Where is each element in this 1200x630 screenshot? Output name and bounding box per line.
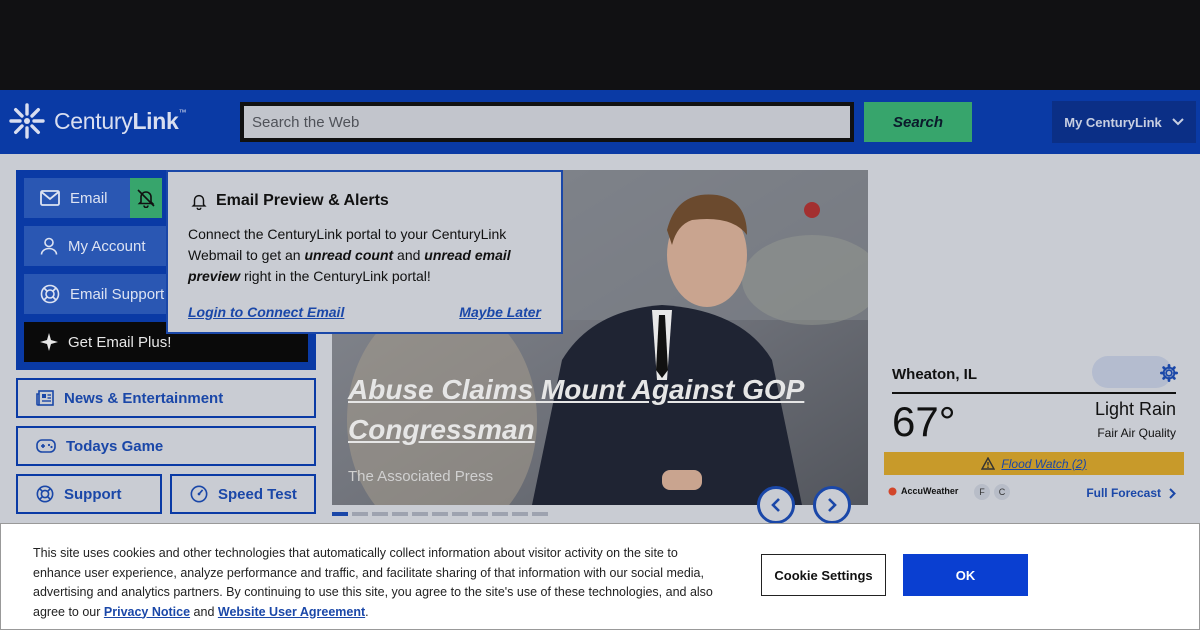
my-centurylink-label: My CenturyLink	[1064, 114, 1162, 130]
chevron-down-icon	[1172, 118, 1184, 126]
popover-body: Connect the CenturyLink portal to your C…	[188, 226, 511, 284]
weather-location[interactable]: Wheaton, IL	[892, 366, 977, 383]
carousel-dot[interactable]	[392, 512, 408, 516]
weather-alert-bar[interactable]: Flood Watch (2)	[884, 452, 1184, 475]
chevron-left-icon	[771, 498, 780, 512]
speed-test-label: Speed Test	[218, 485, 297, 503]
bell-icon	[191, 194, 207, 210]
top-black-bar	[0, 0, 1200, 90]
user-icon	[40, 237, 58, 255]
search-input[interactable]	[240, 102, 854, 142]
full-forecast-label: Full Forecast	[1086, 486, 1161, 500]
privacy-notice-link[interactable]: Privacy Notice	[104, 605, 190, 619]
my-centurylink-menu[interactable]: My CenturyLink	[1052, 101, 1196, 143]
my-account-button[interactable]: My Account	[24, 226, 170, 266]
my-account-label: My Account	[68, 237, 146, 255]
full-forecast-link[interactable]: Full Forecast	[1086, 486, 1176, 500]
carousel-dot[interactable]	[532, 512, 548, 516]
unit-c-toggle[interactable]: C	[994, 484, 1010, 500]
get-email-plus-label: Get Email Plus!	[68, 333, 172, 351]
weather-condition: Light Rain	[1094, 399, 1176, 419]
newspaper-icon	[36, 390, 54, 406]
sparkle-icon	[40, 333, 58, 351]
carousel-dot[interactable]	[452, 512, 468, 516]
cookie-notice-text: This site uses cookies and other technol…	[33, 546, 713, 619]
carousel-dot[interactable]	[432, 512, 448, 516]
gamepad-icon	[36, 439, 56, 453]
news-entertainment-label: News & Entertainment	[64, 389, 224, 407]
email-alerts-toggle[interactable]	[130, 178, 162, 218]
website-user-agreement-link[interactable]: Website User Agreement	[218, 605, 365, 619]
maybe-later-link[interactable]: Maybe Later	[459, 304, 541, 320]
chevron-right-icon	[828, 498, 837, 512]
popover-title-text: Email Preview & Alerts	[216, 192, 389, 209]
cookie-ok-button[interactable]: OK	[903, 554, 1028, 596]
cookie-banner: This site uses cookies and other technol…	[0, 523, 1200, 630]
email-support-label: Email Support	[70, 285, 165, 303]
bell-off-icon	[137, 189, 155, 208]
weather-divider	[892, 392, 1176, 394]
carousel-dot[interactable]	[512, 512, 528, 516]
warning-icon	[981, 457, 996, 470]
carousel-dot[interactable]	[332, 512, 348, 516]
news-entertainment-button[interactable]: News & Entertainment	[16, 378, 316, 418]
mail-icon	[40, 190, 60, 206]
email-support-button[interactable]: Email Support	[24, 274, 170, 314]
unit-f-toggle[interactable]: F	[974, 484, 990, 500]
weather-temperature: 67°	[892, 398, 956, 445]
lifebuoy-icon	[36, 485, 54, 503]
search-button[interactable]: Search	[864, 102, 972, 142]
speedometer-icon	[190, 485, 208, 503]
todays-game-button[interactable]: Todays Game	[16, 426, 316, 466]
speed-test-button[interactable]: Speed Test	[170, 474, 316, 514]
email-button[interactable]: Email	[24, 178, 130, 218]
carousel-dot[interactable]	[352, 512, 368, 516]
flood-watch-link[interactable]: Flood Watch (2)	[1001, 457, 1086, 471]
carousel-dot[interactable]	[412, 512, 428, 516]
gear-icon[interactable]	[1160, 364, 1178, 382]
centurylink-logo[interactable]: CenturyLink™	[8, 102, 187, 140]
site-header: CenturyLink™ Search My CenturyLink	[0, 90, 1200, 154]
popover-title: Email Preview & Alerts	[190, 192, 389, 210]
air-quality: Fair Air Quality	[1097, 426, 1176, 440]
login-connect-email-link[interactable]: Login to Connect Email	[188, 304, 344, 320]
accuweather-sun-icon	[888, 487, 897, 495]
email-label: Email	[70, 189, 108, 207]
chevron-right-icon	[1169, 487, 1176, 499]
email-preview-popover: Email Preview & Alerts Connect the Centu…	[166, 170, 563, 334]
carousel-indicators	[332, 512, 548, 516]
carousel-dot[interactable]	[492, 512, 508, 516]
lifebuoy-icon	[40, 284, 60, 304]
accuweather-logo: AccuWeather	[888, 486, 958, 496]
carousel-dot[interactable]	[372, 512, 388, 516]
carousel-dot[interactable]	[472, 512, 488, 516]
todays-game-label: Todays Game	[66, 437, 164, 455]
support-button[interactable]: Support	[16, 474, 162, 514]
logo-burst-icon	[9, 103, 45, 139]
accuweather-label: AccuWeather	[901, 486, 959, 496]
hero-headline[interactable]: Abuse Claims Mount Against GOP Congressm…	[348, 370, 848, 450]
logo-wordmark: CenturyLink™	[54, 107, 187, 134]
weather-widget: Wheaton, IL 67° Light Rain Fair Air Qual…	[884, 356, 1184, 506]
cookie-settings-button[interactable]: Cookie Settings	[761, 554, 886, 596]
hero-source: The Associated Press	[348, 468, 494, 485]
carousel-prev-button[interactable]	[757, 486, 795, 524]
support-label: Support	[64, 485, 122, 503]
carousel-next-button[interactable]	[813, 486, 851, 524]
